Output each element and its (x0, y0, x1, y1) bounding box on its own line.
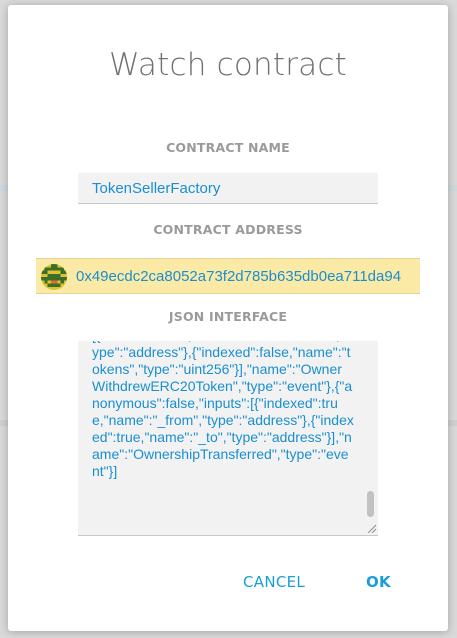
ok-button[interactable]: OK (366, 573, 391, 591)
watch-contract-dialog: Watch contract CONTRACT NAME CONTRACT AD… (8, 5, 448, 631)
dialog-title: Watch contract (109, 47, 347, 83)
identicon-icon (41, 264, 67, 290)
textarea-scrollbar[interactable] (367, 491, 374, 517)
json-interface-label: JSON INTERFACE (168, 309, 288, 324)
contract-address-input[interactable] (76, 259, 420, 293)
resize-grip-icon[interactable] (366, 523, 376, 533)
contract-name-input[interactable] (78, 173, 378, 204)
cancel-button[interactable]: CANCEL (243, 573, 305, 591)
json-interface-textarea[interactable]: [{"indexed":true,"name":"tokenAddress","… (78, 341, 378, 536)
json-interface-text[interactable]: [{"indexed":true,"name":"tokenAddress","… (92, 341, 354, 480)
contract-address-field[interactable] (36, 258, 420, 294)
contract-name-label: CONTRACT NAME (166, 140, 290, 155)
contract-address-label: CONTRACT ADDRESS (153, 222, 303, 237)
